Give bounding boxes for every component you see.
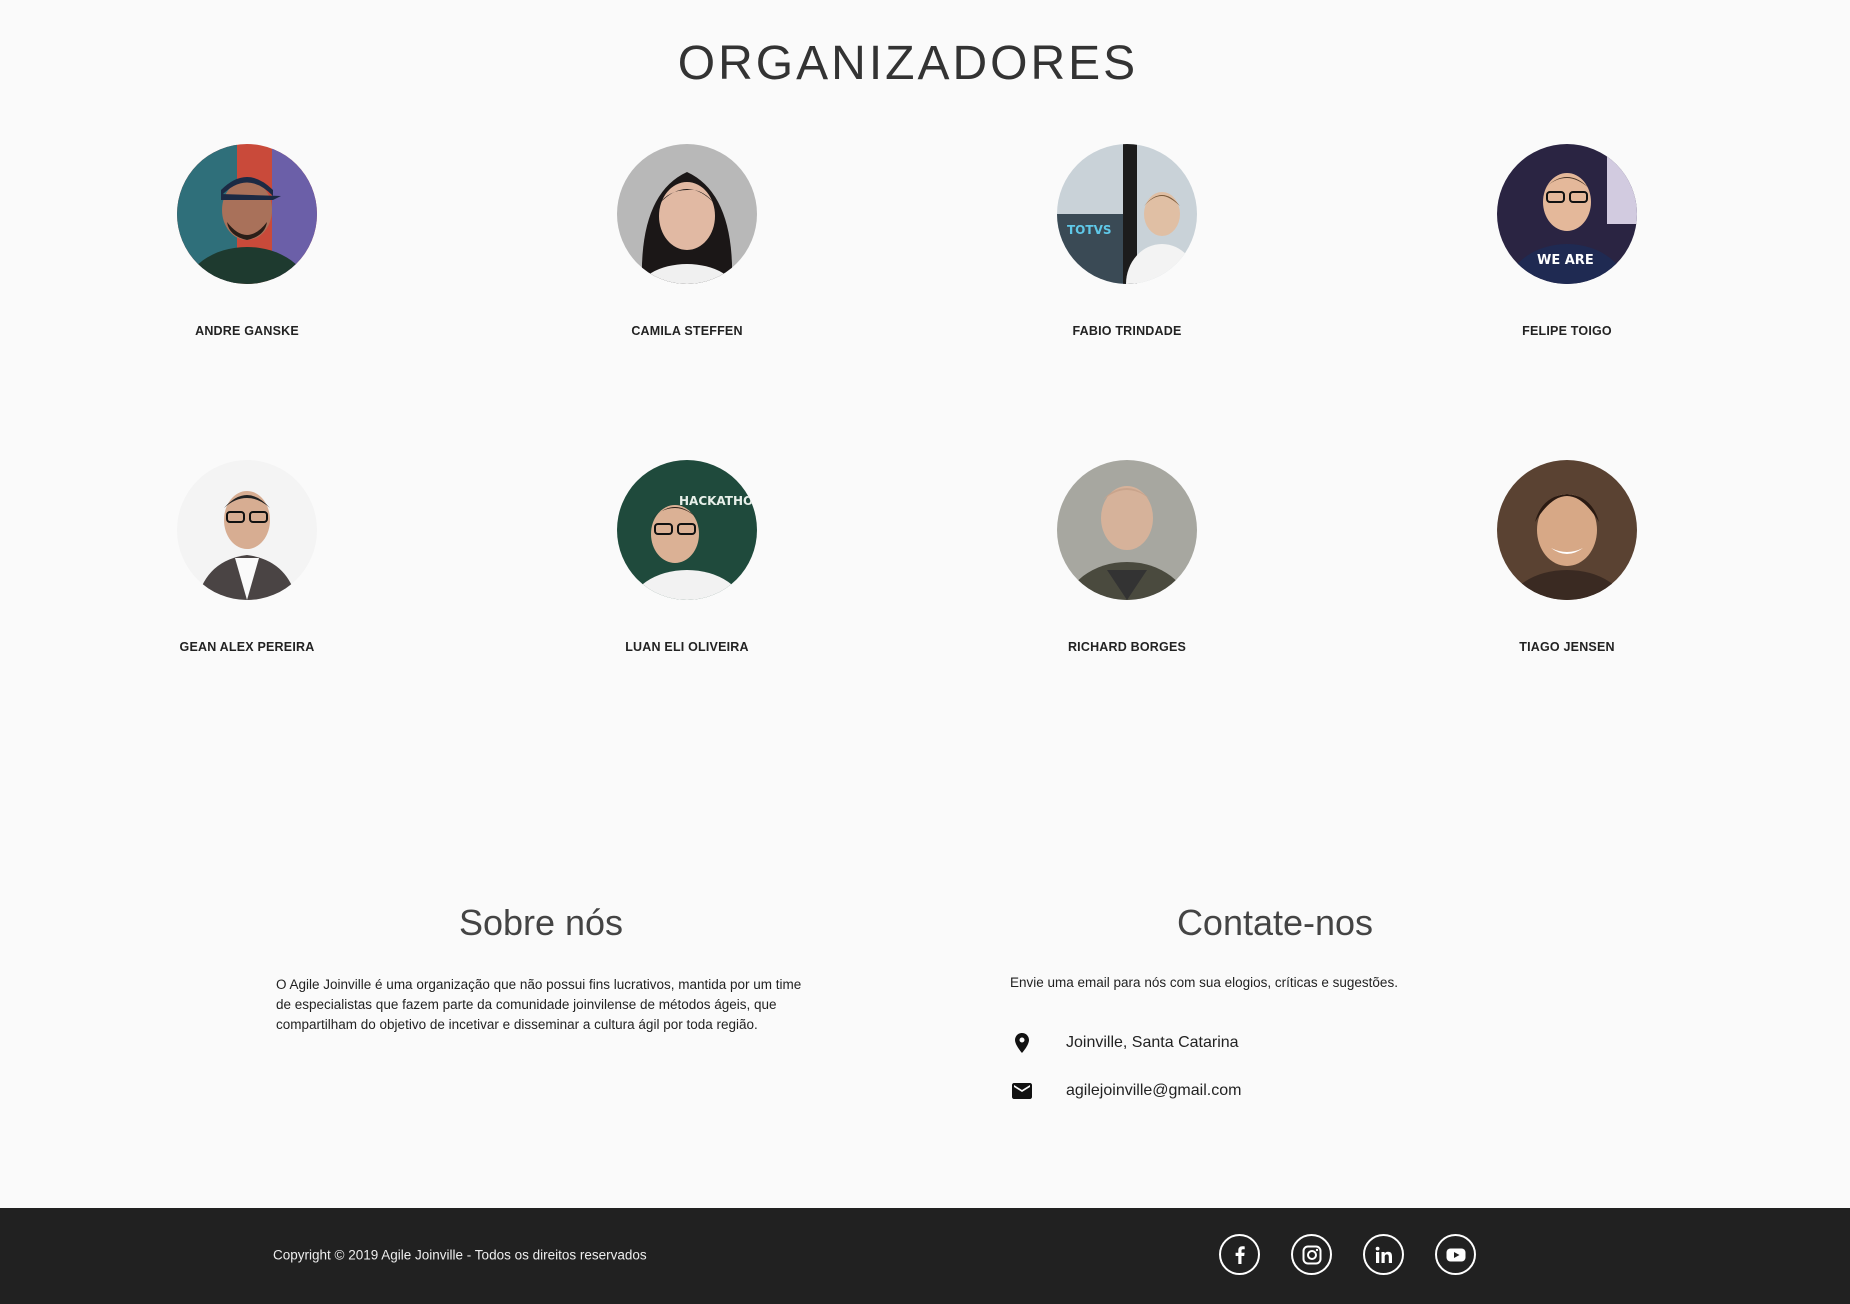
organizer-card: ANDRE GANSKE — [97, 144, 397, 338]
email-link[interactable]: agilejoinville@gmail.com — [1066, 1082, 1241, 1100]
organizers-grid: ANDRE GANSKE CAMILA STEFFEN TOTVS FABIO … — [0, 0, 1816, 700]
about-title: Sobre nós — [458, 902, 624, 943]
map-pin-icon — [1010, 1031, 1034, 1055]
svg-text:TOTVS: TOTVS — [1067, 223, 1112, 237]
contact-intro: Envie uma email para nós com sua elogios… — [1010, 975, 1398, 990]
organizer-card: GEAN ALEX PEREIRA — [97, 460, 397, 654]
svg-text:WE ARE: WE ARE — [1537, 253, 1594, 268]
avatar — [617, 144, 757, 284]
organizer-name: TIAGO JENSEN — [1519, 640, 1615, 654]
copyright-text: Copyright © 2019 Agile Joinville - Todos… — [273, 1247, 647, 1263]
avatar: HACKATHON — [617, 460, 757, 600]
avatar — [1057, 460, 1197, 600]
organizer-card: RICHARD BORGES — [977, 460, 1277, 654]
avatar — [1497, 460, 1637, 600]
location-text: Joinville, Santa Catarina — [1066, 1034, 1239, 1051]
instagram-button[interactable] — [1291, 1234, 1332, 1275]
instagram-icon — [1302, 1245, 1321, 1264]
organizer-card: TOTVS FABIO TRINDADE — [977, 144, 1277, 338]
avatar — [177, 144, 317, 284]
organizer-name: FELIPE TOIGO — [1522, 324, 1612, 338]
social-links — [1219, 1234, 1476, 1275]
youtube-icon — [1446, 1248, 1465, 1261]
linkedin-button[interactable] — [1363, 1234, 1404, 1275]
organizer-card: HACKATHON LUAN ELI OLIVEIRA — [537, 460, 837, 654]
organizer-name: FABIO TRINDADE — [1072, 324, 1182, 338]
facebook-button[interactable] — [1219, 1234, 1260, 1275]
avatar: TOTVS — [1057, 144, 1197, 284]
contact-email[interactable]: agilejoinville@gmail.com — [1010, 1079, 1241, 1103]
linkedin-icon — [1375, 1246, 1392, 1263]
organizer-name: ANDRE GANSKE — [195, 324, 299, 338]
organizer-name: LUAN ELI OLIVEIRA — [625, 640, 749, 654]
facebook-icon — [1235, 1245, 1245, 1264]
organizer-card: TIAGO JENSEN — [1417, 460, 1717, 654]
contact-title: Contate-nos — [1176, 902, 1374, 943]
youtube-button[interactable] — [1435, 1234, 1476, 1275]
organizer-card: WE ARE FELIPE TOIGO — [1417, 144, 1717, 338]
about-text: O Agile Joinville é uma organização que … — [276, 977, 802, 1032]
organizer-name: CAMILA STEFFEN — [631, 324, 743, 338]
contact-location: Joinville, Santa Catarina — [1010, 1031, 1239, 1055]
avatar — [177, 460, 317, 600]
organizer-name: GEAN ALEX PEREIRA — [179, 640, 315, 654]
organizer-card: CAMILA STEFFEN — [537, 144, 837, 338]
mail-icon — [1010, 1079, 1034, 1103]
avatar: WE ARE — [1497, 144, 1637, 284]
svg-text:HACKATHON: HACKATHON — [679, 494, 757, 508]
organizer-name: RICHARD BORGES — [1067, 640, 1187, 654]
footer: Copyright © 2019 Agile Joinville - Todos… — [0, 1208, 1850, 1304]
